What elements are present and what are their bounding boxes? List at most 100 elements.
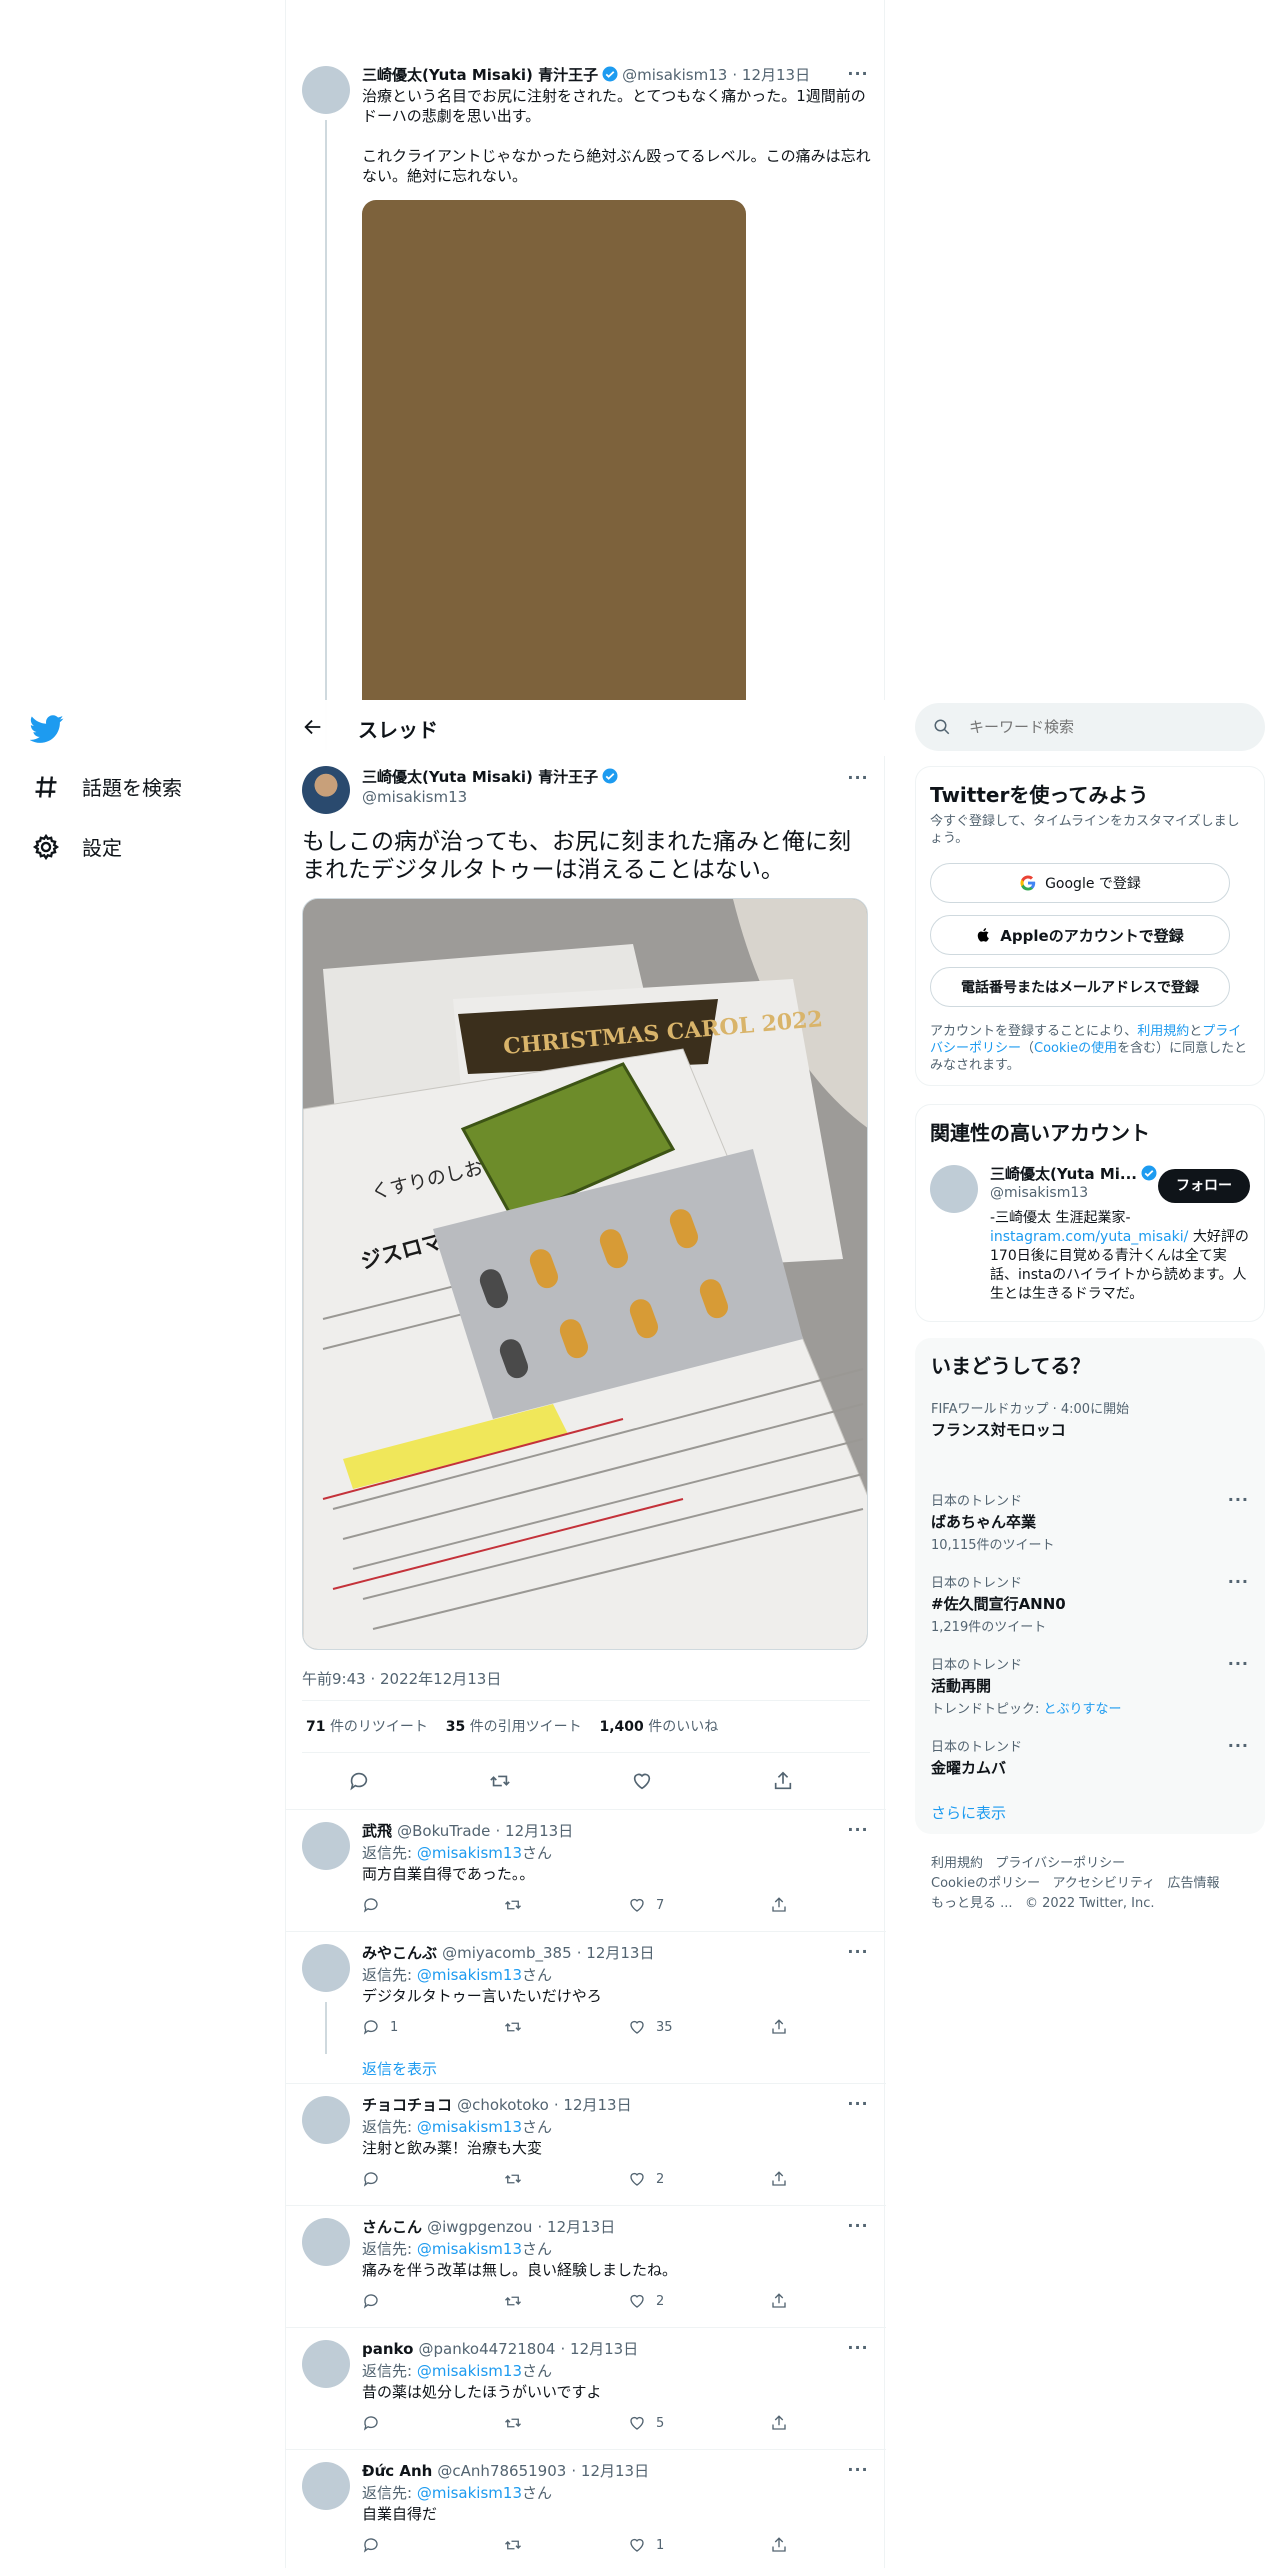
more-options-icon[interactable]: ··· bbox=[846, 2216, 870, 2240]
show-replies-link[interactable]: 返信を表示 bbox=[362, 2058, 437, 2079]
terms-link[interactable]: 利用規約 bbox=[1137, 1024, 1189, 1039]
trend-sub-link[interactable]: とぶりすなー bbox=[1044, 1702, 1122, 1717]
reply-to-mention[interactable]: @misakism13 bbox=[417, 2240, 522, 2258]
tweet-timestamp[interactable]: 午前9:43 · 2022年12月13日 bbox=[302, 1668, 501, 1689]
author-handle[interactable]: @misakism13 bbox=[362, 788, 467, 806]
author-name[interactable]: みやこんぶ bbox=[362, 1944, 437, 1962]
more-options-icon[interactable]: ··· bbox=[846, 64, 870, 88]
show-more-trends[interactable]: さらに表示 bbox=[931, 1802, 1006, 1823]
author-name[interactable]: 三崎優太(Yuta Misaki) 青汁王子 bbox=[362, 768, 598, 786]
tweet-date[interactable]: · 12月13日 bbox=[495, 1822, 573, 1840]
reply-tweet[interactable]: チョコチョコ @chokotoko · 12月13日 ··· 返信先: @misak… bbox=[286, 2084, 886, 2206]
tweet-date[interactable]: · 12月13日 bbox=[571, 2462, 649, 2480]
author-name[interactable]: 武飛 bbox=[362, 1822, 392, 1840]
phone-email-signup-button[interactable]: 電話番号またはメールアドレスで登録 bbox=[930, 967, 1230, 1007]
avatar[interactable] bbox=[302, 2096, 350, 2144]
apple-signup-button[interactable]: Appleのアカウントで登録 bbox=[930, 915, 1230, 955]
reply-action[interactable] bbox=[362, 2536, 504, 2554]
reply-to-mention[interactable]: @misakism13 bbox=[417, 2484, 522, 2502]
retweet-action[interactable] bbox=[504, 2414, 628, 2432]
author-name[interactable]: さんこん bbox=[362, 2218, 422, 2236]
author-name[interactable]: 三崎優太(Yuta Misaki) 青汁王子 bbox=[362, 66, 598, 84]
tweet-date[interactable]: · 12月13日 bbox=[538, 2218, 616, 2236]
retweet-action[interactable] bbox=[504, 2170, 628, 2188]
footer-accessibility-link[interactable]: アクセシビリティ bbox=[1053, 1876, 1156, 1891]
avatar[interactable] bbox=[302, 2218, 350, 2266]
footer-privacy-link[interactable]: プライバシーポリシー bbox=[995, 1856, 1125, 1871]
like-action[interactable]: 1 bbox=[628, 2536, 770, 2554]
retweet-action[interactable] bbox=[504, 2018, 628, 2036]
author-handle[interactable]: @panko44721804 bbox=[419, 2340, 556, 2358]
footer-terms-link[interactable]: 利用規約 bbox=[931, 1856, 983, 1871]
tweet-date[interactable]: · 12月13日 bbox=[732, 66, 810, 84]
reply-tweet[interactable]: さんこん @iwgpgenzou · 12月13日 ··· 返信先: @misaki… bbox=[286, 2206, 886, 2328]
author-handle[interactable]: @cAnh78651903 bbox=[437, 2462, 566, 2480]
avatar[interactable] bbox=[302, 2462, 350, 2510]
relevant-account-name-row[interactable]: 三崎優太(Yuta Mi... bbox=[990, 1163, 1161, 1184]
retweet-icon[interactable] bbox=[489, 1770, 511, 1792]
bio-link[interactable]: instagram.com/yuta_misaki/ bbox=[990, 1229, 1188, 1245]
reply-to-mention[interactable]: @misakism13 bbox=[417, 2118, 522, 2136]
retweet-action[interactable] bbox=[504, 1896, 628, 1914]
tweet-photo[interactable]: CHRISTMAS CAROL 2022 くすりのしおり ジスロマイシン錠 25… bbox=[302, 898, 868, 1650]
footer-more-link[interactable]: もっと見る ... bbox=[931, 1896, 1013, 1911]
like-action[interactable]: 7 bbox=[628, 1896, 770, 1914]
reply-action[interactable] bbox=[362, 2414, 504, 2432]
more-options-icon[interactable]: ··· bbox=[846, 1820, 870, 1844]
author-handle[interactable]: @misakism13 bbox=[622, 66, 727, 84]
author-name[interactable]: チョコチョコ bbox=[362, 2096, 452, 2114]
footer-cookie-link[interactable]: Cookieのポリシー bbox=[931, 1876, 1040, 1891]
reply-tweet[interactable]: 武飛 @BokuTrade · 12月13日 ··· 返信先: @misakism1… bbox=[286, 1810, 886, 1932]
trend-item[interactable]: 日本のトレンド ばあちゃん卒業 10,115件のツイート ··· bbox=[915, 1490, 1265, 1553]
avatar[interactable] bbox=[302, 1944, 350, 1992]
author-name[interactable]: Đức Anh bbox=[362, 2462, 432, 2480]
more-options-icon[interactable]: ··· bbox=[1228, 1736, 1249, 1755]
follow-button[interactable]: フォロー bbox=[1158, 1169, 1250, 1203]
more-options-icon[interactable]: ··· bbox=[846, 1942, 870, 1966]
quotes-stat[interactable]: 35 件の引用ツイート bbox=[446, 1719, 582, 1735]
search-input[interactable] bbox=[969, 713, 1249, 741]
avatar[interactable] bbox=[930, 1165, 978, 1213]
more-options-icon[interactable]: ··· bbox=[846, 768, 870, 792]
google-signup-button[interactable]: Google で登録 bbox=[930, 863, 1230, 903]
reply-action[interactable] bbox=[362, 1896, 504, 1914]
like-icon[interactable] bbox=[631, 1770, 653, 1792]
like-action[interactable]: 2 bbox=[628, 2170, 770, 2188]
tweet-date[interactable]: · 12月13日 bbox=[561, 2340, 639, 2358]
author-handle[interactable]: @BokuTrade bbox=[397, 1822, 490, 1840]
likes-stat[interactable]: 1,400 件のいいね bbox=[600, 1719, 719, 1735]
more-options-icon[interactable]: ··· bbox=[846, 2094, 870, 2118]
tweet-photo[interactable] bbox=[362, 200, 746, 700]
share-action[interactable] bbox=[770, 2170, 810, 2188]
avatar[interactable] bbox=[302, 66, 350, 114]
avatar[interactable] bbox=[302, 1822, 350, 1870]
share-action[interactable] bbox=[770, 2536, 810, 2554]
reply-icon[interactable] bbox=[348, 1770, 370, 1792]
like-action[interactable]: 35 bbox=[628, 2018, 770, 2036]
reply-tweet[interactable]: Đức Anh @cAnh78651903 · 12月13日 ··· 返信先: @m… bbox=[286, 2450, 886, 2568]
retweet-action[interactable] bbox=[504, 2536, 628, 2554]
tweet-date[interactable]: · 12月13日 bbox=[577, 1944, 655, 1962]
reply-to-mention[interactable]: @misakism13 bbox=[417, 2362, 522, 2380]
more-options-icon[interactable]: ··· bbox=[1228, 1490, 1249, 1509]
retweet-action[interactable] bbox=[504, 2292, 628, 2310]
author-name[interactable]: panko bbox=[362, 2340, 413, 2358]
more-options-icon[interactable]: ··· bbox=[1228, 1654, 1249, 1673]
reply-tweet[interactable]: みやこんぶ @miyacomb_385 · 12月13日 ··· 返信先: @mis… bbox=[286, 1932, 886, 2084]
trend-item[interactable]: FIFAワールドカップ · 4:00に開始 フランス対モロッコ bbox=[915, 1398, 1265, 1440]
reply-tweet[interactable]: panko @panko44721804 · 12月13日 ··· 返信先: @mi… bbox=[286, 2328, 886, 2450]
trend-item[interactable]: 日本のトレンド 金曜カムバ ··· bbox=[915, 1736, 1265, 1778]
relevant-account-handle[interactable]: @misakism13 bbox=[990, 1185, 1088, 1201]
share-action[interactable] bbox=[770, 2292, 810, 2310]
back-arrow-icon[interactable] bbox=[302, 716, 326, 740]
cookie-link[interactable]: Cookieの使用 bbox=[1034, 1041, 1117, 1056]
reply-to-mention[interactable]: @misakism13 bbox=[417, 1966, 522, 1984]
nav-explore[interactable]: 話題を検索 bbox=[32, 772, 182, 801]
reply-action[interactable]: 1 bbox=[362, 2018, 504, 2036]
more-options-icon[interactable]: ··· bbox=[846, 2338, 870, 2362]
twitter-logo-icon[interactable] bbox=[29, 712, 64, 746]
tweet-date[interactable]: · 12月13日 bbox=[554, 2096, 632, 2114]
share-action[interactable] bbox=[770, 2414, 810, 2432]
author-handle[interactable]: @miyacomb_385 bbox=[442, 1944, 572, 1962]
footer-ads-link[interactable]: 広告情報 bbox=[1168, 1876, 1220, 1891]
